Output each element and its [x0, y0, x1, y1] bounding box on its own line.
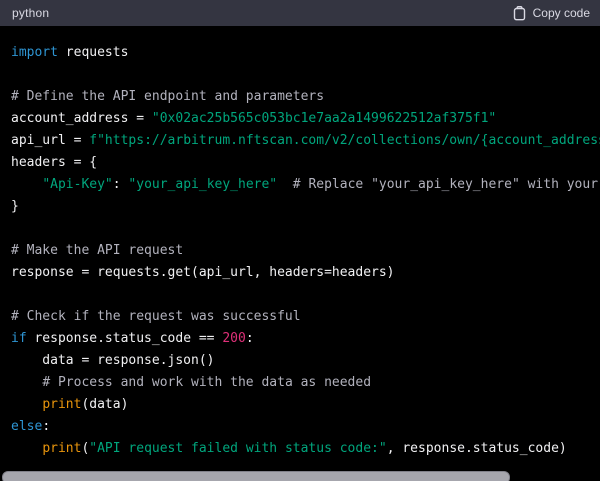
code-line: print(data) [11, 394, 600, 416]
code-line [11, 284, 600, 306]
code-line: response = requests.get(api_url, headers… [11, 262, 600, 284]
code-line: # Check if the request was successful [11, 306, 600, 328]
code-content: import requests # Define the API endpoin… [11, 42, 600, 460]
code-line: import requests [11, 42, 600, 64]
code-scroll-area[interactable]: import requests # Define the API endpoin… [0, 26, 600, 460]
code-line: # Process and work with the data as need… [11, 372, 600, 394]
code-line: "Api-Key": "your_api_key_here" # Replace… [11, 174, 600, 196]
code-line: print("API request failed with status co… [11, 438, 600, 460]
code-line: headers = { [11, 152, 600, 174]
code-line: account_address = "0x02ac25b565c053bc1e7… [11, 108, 600, 130]
copy-code-label: Copy code [533, 6, 590, 20]
code-line: # Define the API endpoint and parameters [11, 86, 600, 108]
language-label: python [12, 6, 49, 20]
copy-code-button[interactable]: Copy code [513, 6, 590, 21]
code-line: data = response.json() [11, 350, 600, 372]
code-line: if response.status_code == 200: [11, 328, 600, 350]
code-line: api_url = f"https://arbitrum.nftscan.com… [11, 130, 600, 152]
code-line: } [11, 196, 600, 218]
code-line [11, 218, 600, 240]
horizontal-scrollbar-thumb[interactable] [2, 471, 510, 481]
clipboard-icon [513, 6, 526, 21]
code-line: else: [11, 416, 600, 438]
code-block: python Copy code import requests # Defin… [0, 0, 600, 481]
code-line [11, 64, 600, 86]
code-line: # Make the API request [11, 240, 600, 262]
code-block-header: python Copy code [0, 0, 600, 26]
